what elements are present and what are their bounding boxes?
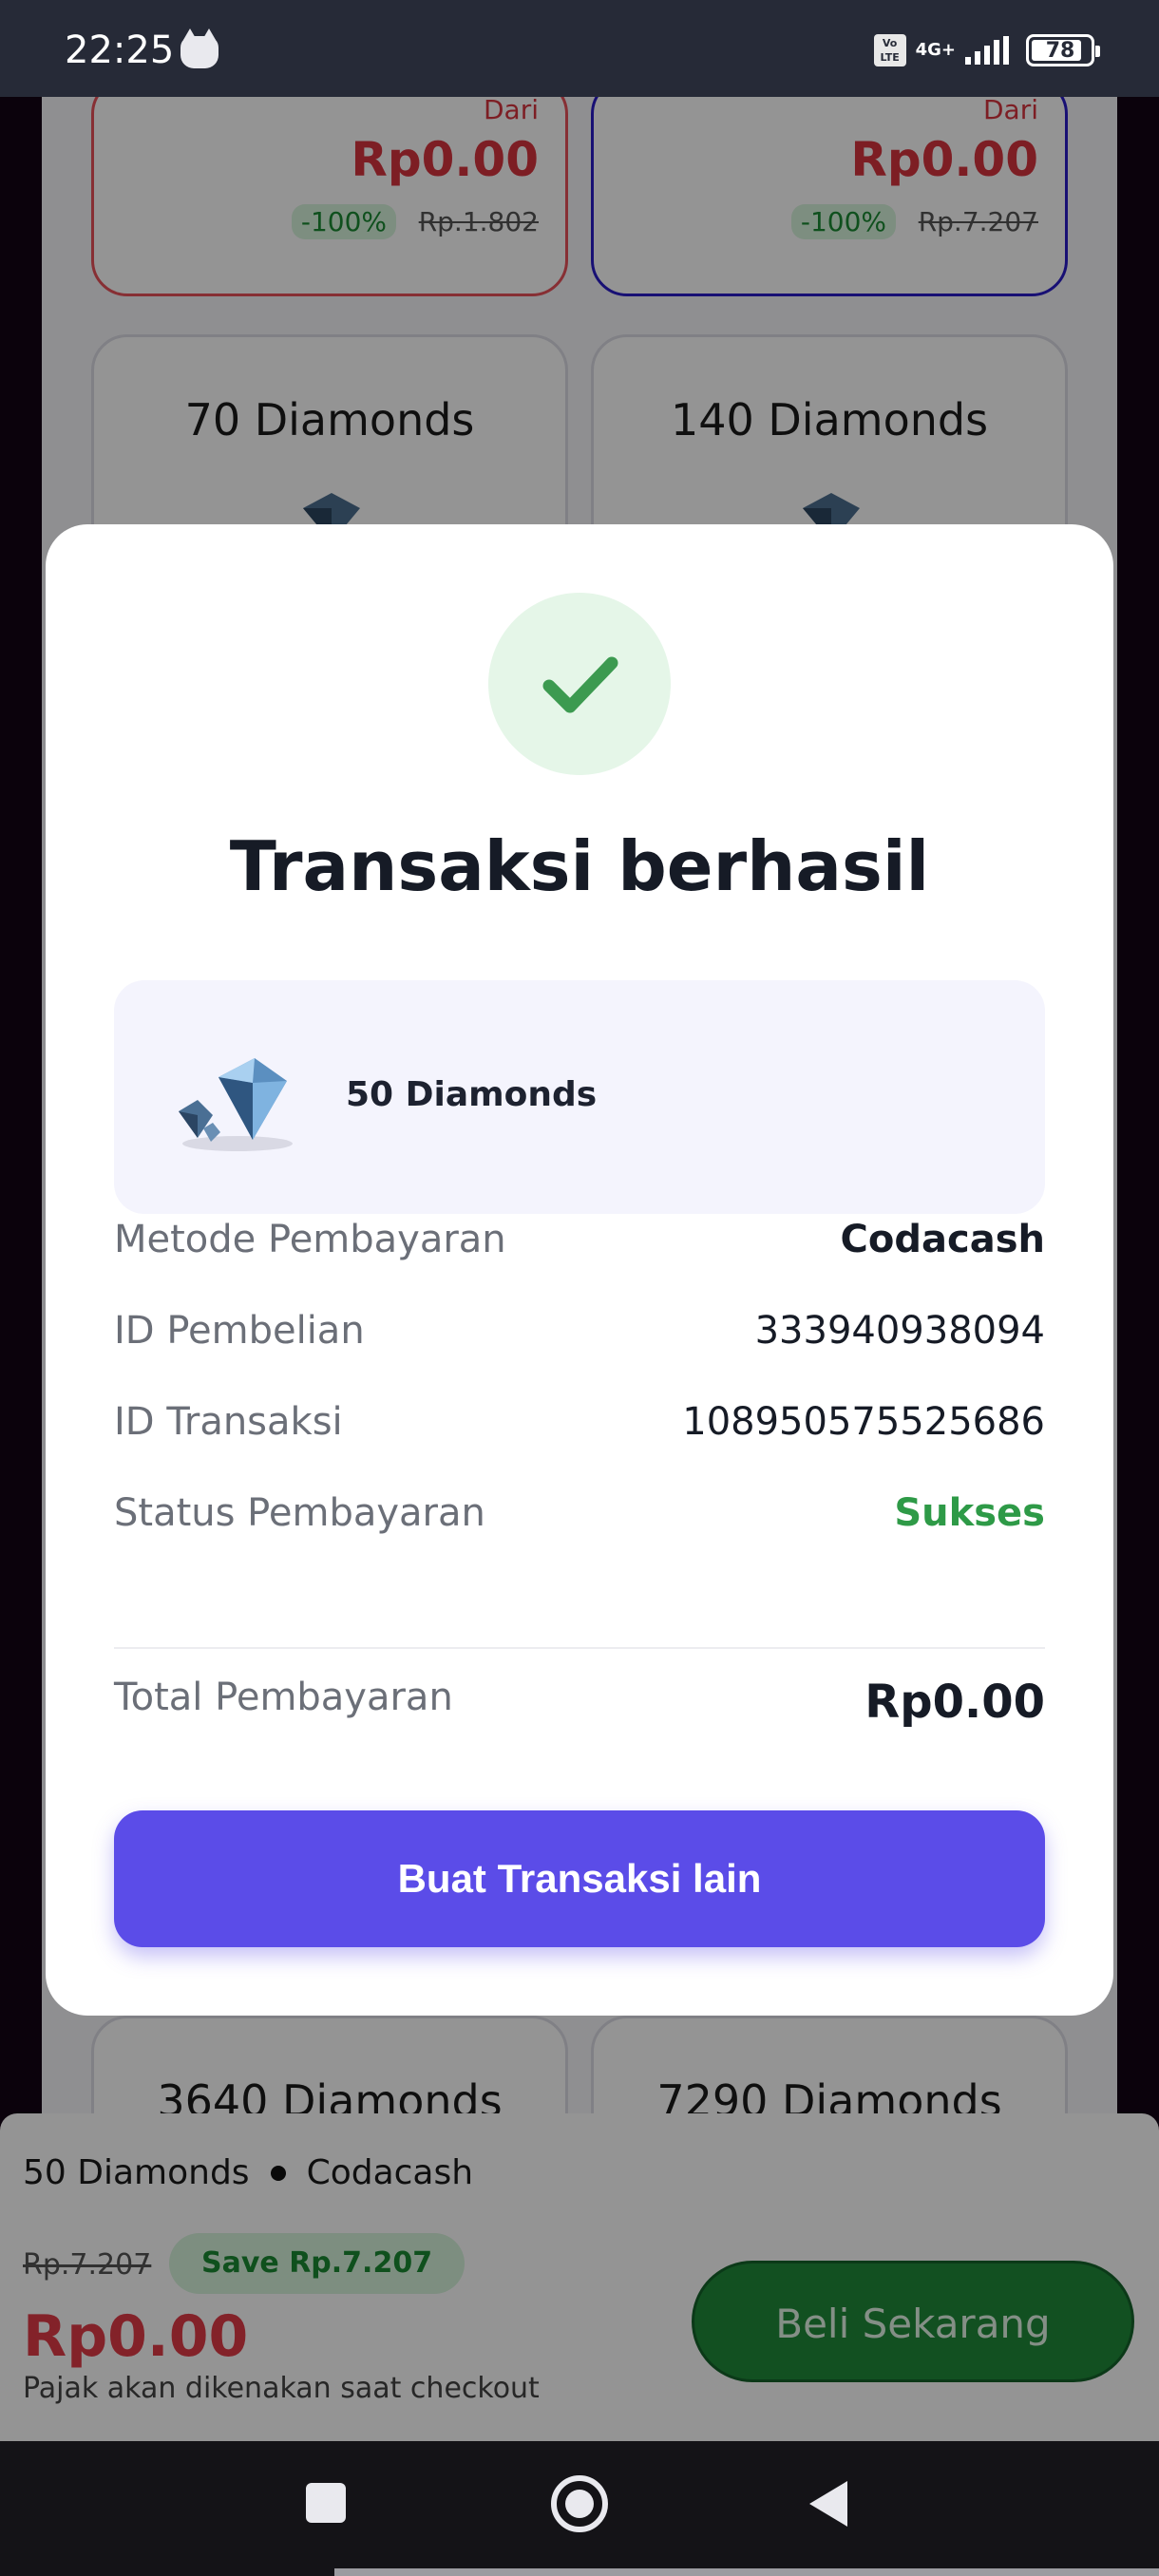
divider bbox=[114, 1647, 1045, 1649]
gesture-bar bbox=[334, 2568, 1159, 2576]
product-name: 50 Diamonds bbox=[346, 1075, 598, 1114]
row-label: Metode Pembayaran bbox=[114, 1218, 506, 1261]
status-icons: Vo LTE 4G+ 78 bbox=[873, 34, 1100, 66]
total-label: Total Pembayaran bbox=[114, 1676, 453, 1719]
back-icon[interactable] bbox=[809, 2481, 847, 2527]
cat-notification-icon bbox=[180, 28, 218, 68]
diamond-icon bbox=[179, 1058, 293, 1151]
status-time: 22:25 bbox=[65, 28, 175, 72]
status-value: Sukses bbox=[894, 1491, 1045, 1535]
volte-icon: Vo LTE bbox=[873, 34, 906, 66]
success-dialog: Transaksi berhasil 50 Diamonds Metode Pe… bbox=[46, 524, 1113, 2016]
row-label: ID Transaksi bbox=[114, 1400, 343, 1444]
product-summary: 50 Diamonds bbox=[114, 980, 1045, 1214]
system-nav-bar bbox=[0, 2441, 1159, 2576]
detail-row-purchase-id: ID Pembelian 333940938094 bbox=[114, 1309, 1045, 1366]
battery-level: 78 bbox=[1045, 38, 1075, 63]
row-value: 333940938094 bbox=[754, 1309, 1045, 1353]
row-label: Status Pembayaran bbox=[114, 1491, 485, 1535]
total-value: Rp0.00 bbox=[864, 1676, 1045, 1729]
success-badge bbox=[488, 593, 671, 775]
detail-row-transaction-id: ID Transaksi 108950575525686 bbox=[114, 1400, 1045, 1457]
row-value: 108950575525686 bbox=[682, 1400, 1045, 1444]
dialog-title: Transaksi berhasil bbox=[229, 826, 930, 906]
row-value: Codacash bbox=[840, 1218, 1045, 1261]
detail-row-payment-status: Status Pembayaran Sukses bbox=[114, 1491, 1045, 1548]
status-bar: 22:25 Vo LTE 4G+ 78 bbox=[0, 0, 1159, 97]
new-transaction-button[interactable]: Buat Transaksi lain bbox=[114, 1810, 1045, 1947]
detail-row-payment-method: Metode Pembayaran Codacash bbox=[114, 1218, 1045, 1275]
recents-icon[interactable] bbox=[306, 2483, 346, 2523]
network-type: 4G+ bbox=[915, 40, 956, 60]
battery-icon: 78 bbox=[1026, 34, 1100, 66]
row-label: ID Pembelian bbox=[114, 1309, 365, 1353]
check-icon bbox=[542, 656, 618, 713]
signal-icon bbox=[965, 36, 1009, 65]
total-row: Total Pembayaran Rp0.00 bbox=[114, 1676, 1045, 1733]
home-icon[interactable] bbox=[551, 2475, 608, 2532]
